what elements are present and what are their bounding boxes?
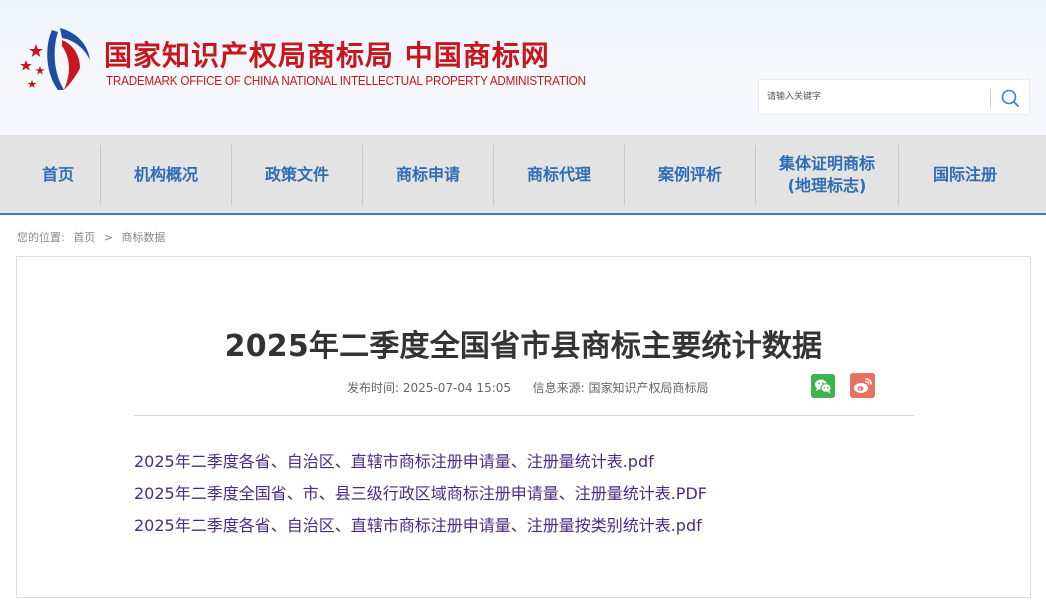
site-subtitle: TRADEMARK OFFICE OF CHINA NATIONAL INTEL… xyxy=(106,74,586,88)
search-divider xyxy=(990,88,991,108)
nav-item-home[interactable]: 首页 xyxy=(16,145,100,205)
nav-item-agency[interactable]: 商标代理 xyxy=(494,145,624,205)
nav-item-collective-line1: 集体证明商标 xyxy=(778,154,875,173)
file-link[interactable]: 2025年二季度全国省、市、县三级行政区域商标注册申请量、注册量统计表.PDF xyxy=(134,480,707,504)
breadcrumb-separator: > xyxy=(103,231,113,244)
publish-time: 2025-07-04 15:05 xyxy=(402,381,512,395)
article-panel: 2025年二季度全国省市县商标主要统计数据 发布时间: 2025-07-04 1… xyxy=(16,256,1031,598)
search-icon[interactable] xyxy=(997,85,1023,111)
site-title: 国家知识产权局商标局 中国商标网 xyxy=(104,39,550,72)
nav-item-organization[interactable]: 机构概况 xyxy=(101,145,231,205)
file-link[interactable]: 2025年二季度各省、自治区、直辖市商标注册申请量、注册量统计表.pdf xyxy=(134,448,654,472)
source-name: 国家知识产权局商标局 xyxy=(588,381,709,395)
search-box xyxy=(758,79,1030,115)
file-link[interactable]: 2025年二季度各省、自治区、直辖市商标注册申请量、注册量按类别统计表.pdf xyxy=(134,512,702,536)
weibo-icon[interactable] xyxy=(850,373,875,398)
search-input[interactable] xyxy=(759,80,989,114)
nav-item-cases[interactable]: 案例评析 xyxy=(625,145,755,205)
nav-item-application[interactable]: 商标申请 xyxy=(363,145,493,205)
main-nav: 首页 机构概况 政策文件 商标申请 商标代理 案例评析 集体证明商标 (地理标志… xyxy=(0,135,1046,215)
cnipa-emblem-icon[interactable] xyxy=(14,26,100,96)
breadcrumb-home[interactable]: 首页 xyxy=(73,231,95,244)
nav-item-international[interactable]: 国际注册 xyxy=(899,145,1031,205)
breadcrumb: 您的位置: 首页 > 商标数据 xyxy=(17,229,170,245)
article-title: 2025年二季度全国省市县商标主要统计数据 xyxy=(224,329,823,364)
article-meta: 发布时间: 2025-07-04 15:05 信息来源: 国家知识产权局商标局 xyxy=(347,379,709,396)
nav-item-collective-marks[interactable]: 集体证明商标 (地理标志) xyxy=(756,145,898,205)
publish-label: 发布时间: xyxy=(347,381,400,395)
breadcrumb-current[interactable]: 商标数据 xyxy=(121,231,165,244)
nav-item-collective-line2: (地理标志) xyxy=(787,176,867,195)
site-header: 国家知识产权局商标局 中国商标网 TRADEMARK OFFICE OF CHI… xyxy=(0,0,1046,135)
breadcrumb-prefix: 您的位置: xyxy=(17,231,65,244)
wechat-icon[interactable] xyxy=(811,374,835,398)
title-divider xyxy=(134,415,914,416)
source-label: 信息来源: xyxy=(532,381,585,395)
nav-item-policy[interactable]: 政策文件 xyxy=(232,145,362,205)
